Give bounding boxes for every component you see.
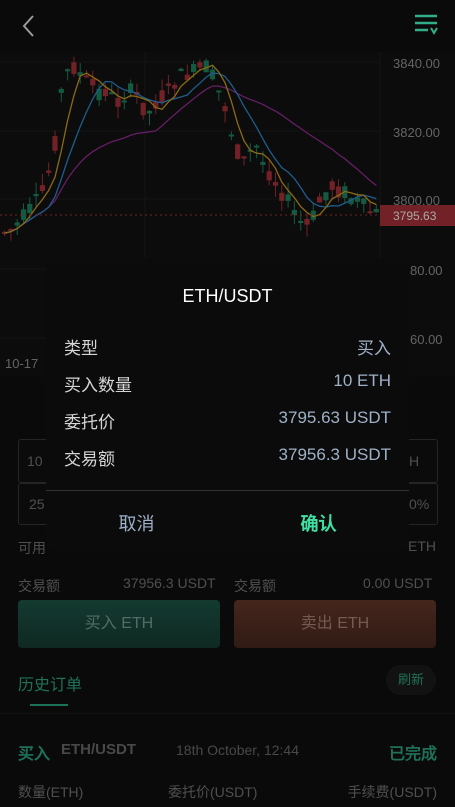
row-value: 买入 (357, 339, 391, 358)
row-value: 37956.3 USDT (278, 445, 391, 464)
dialog-divider (46, 490, 409, 491)
row-key: 买入数量 (64, 376, 132, 395)
dialog-title: ETH/USDT (182, 286, 273, 306)
row-key: 委托价 (64, 413, 115, 432)
row-key: 类型 (64, 339, 98, 358)
row-value: 3795.63 USDT (278, 408, 391, 427)
row-key: 交易额 (64, 450, 115, 469)
order-confirm-dialog: ETH/USDT 类型 买入 买入数量 10 ETH 委托价 3795.63 U… (46, 258, 409, 550)
confirm-button[interactable]: 确认 (228, 510, 409, 536)
cancel-button[interactable]: 取消 (46, 510, 227, 536)
row-value: 10 ETH (333, 371, 391, 390)
chevron-left-icon[interactable] (16, 12, 42, 40)
top-bar (0, 0, 455, 52)
filter-lines-icon[interactable] (413, 12, 439, 38)
